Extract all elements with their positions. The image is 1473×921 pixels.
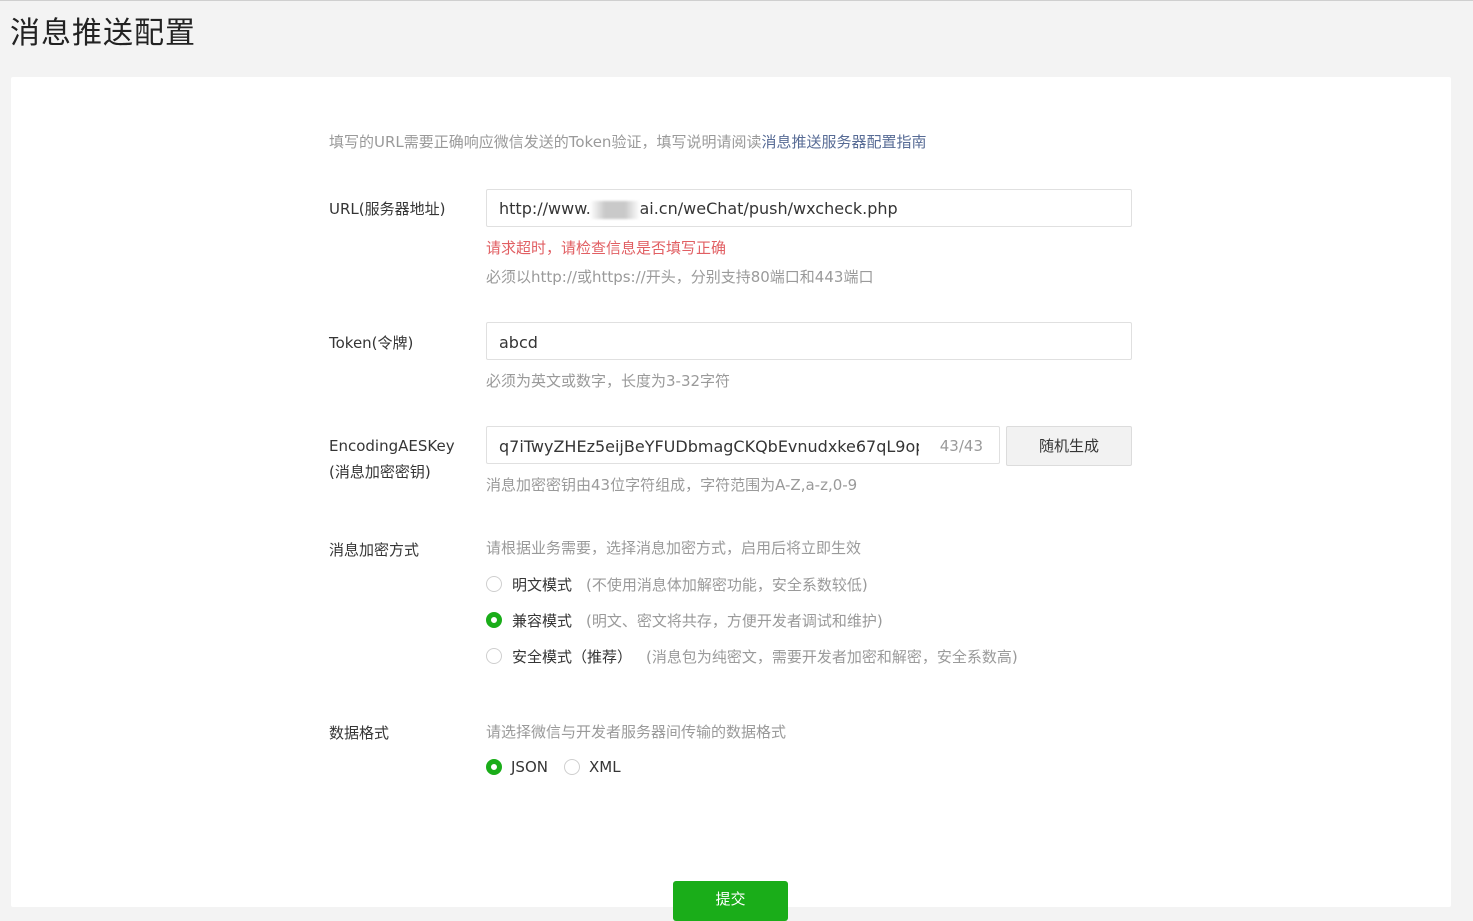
radio-label-xml[interactable]: XML [589, 758, 621, 776]
random-generate-button[interactable]: 随机生成 [1006, 426, 1132, 466]
url-label: URL(服务器地址) [329, 200, 446, 218]
encrypt-mode-hint: 请根据业务需要，选择消息加密方式，启用后将立即生效 [486, 539, 862, 557]
data-format-options: JSON XML [486, 756, 621, 778]
submit-button[interactable]: 提交 [673, 881, 788, 921]
radio-button[interactable] [486, 576, 502, 592]
radio-button[interactable] [486, 648, 502, 664]
aes-input-box[interactable]: 43/43 [486, 426, 1000, 465]
data-format-hint: 请选择微信与开发者服务器间传输的数据格式 [486, 723, 787, 741]
redacted-mask [590, 201, 640, 219]
token-input-box[interactable] [486, 322, 1132, 361]
aes-char-counter: 43/43 [939, 437, 983, 455]
radio-button[interactable] [563, 759, 580, 775]
data-format-label: 数据格式 [329, 724, 390, 742]
url-value-suffix: ai.cn/weChat/push/wxcheck.php [639, 199, 898, 218]
token-input[interactable] [499, 323, 1119, 361]
radio-option-compatible[interactable]: 兼容模式 (明文、密文将共存，方便开发者调试和维护) [486, 609, 883, 631]
config-card: 填写的URL需要正确响应微信发送的Token验证，填写说明请阅读消息推送服务器配… [11, 77, 1451, 921]
radio-option-plaintext[interactable]: 明文模式 (不使用消息体加解密功能，安全系数较低) [486, 573, 868, 595]
token-label: Token(令牌) [329, 334, 414, 352]
radio-description: (明文、密文将共存，方便开发者调试和维护) [586, 611, 883, 630]
url-input[interactable]: http://www.r ai.cn/weChat/push/wxcheck.ph… [499, 199, 898, 218]
url-tip: 必须以http://或https://开头，分别支持80端口和443端口 [486, 268, 874, 286]
radio-label: 明文模式 [512, 575, 573, 594]
encrypt-mode-label: 消息加密方式 [329, 541, 420, 559]
guide-link[interactable]: 消息推送服务器配置指南 [761, 133, 926, 151]
radio-description: (不使用消息体加解密功能，安全系数较低) [586, 575, 868, 594]
page-title: 消息推送配置 [10, 16, 196, 51]
radio-option-secure[interactable]: 安全模式（推荐） (消息包为纯密文，需要开发者加密和解密，安全系数高) [486, 645, 1018, 667]
intro-text: 填写的URL需要正确响应微信发送的Token验证，填写说明请阅读消息推送服务器配… [329, 131, 926, 152]
radio-label-json[interactable]: JSON [511, 758, 548, 776]
url-input-box[interactable]: http://www.r ai.cn/weChat/push/wxcheck.ph… [486, 189, 1132, 227]
url-error-message: 请求超时，请检查信息是否填写正确 [486, 239, 727, 257]
aes-label: EncodingAESKey [329, 437, 455, 455]
radio-description: (消息包为纯密文，需要开发者加密和解密，安全系数高) [646, 647, 1018, 666]
token-tip: 必须为英文或数字，长度为3-32字符 [486, 372, 731, 390]
radio-button-checked[interactable] [486, 759, 502, 775]
aes-key-input[interactable] [499, 427, 919, 465]
url-value-prefix: http://www.r [499, 199, 598, 218]
radio-label: 兼容模式 [512, 611, 573, 630]
top-divider [0, 0, 1473, 1]
radio-label: 安全模式（推荐） [512, 647, 633, 666]
aes-tip: 消息加密密钥由43位字符组成，字符范围为A-Z,a-z,0-9 [486, 476, 858, 494]
radio-button-checked[interactable] [486, 612, 502, 628]
intro-message: 填写的URL需要正确响应微信发送的Token验证，填写说明请阅读 [329, 133, 762, 151]
aes-sublabel: (消息加密密钥) [329, 463, 431, 481]
